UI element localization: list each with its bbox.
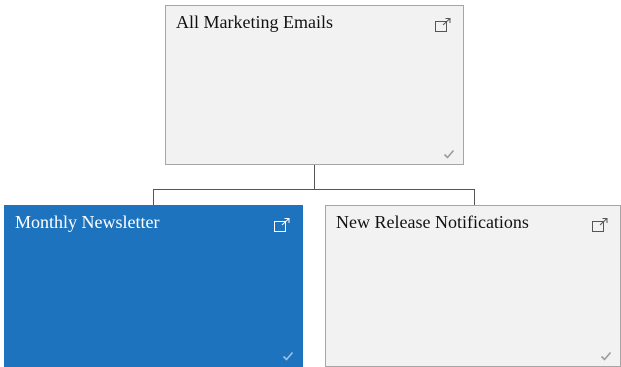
checkmark-icon: [443, 148, 455, 160]
node-label: Monthly Newsletter: [15, 212, 160, 232]
connector-root-stem: [314, 165, 315, 189]
open-in-new-icon[interactable]: [592, 218, 608, 232]
tree-node-all-marketing-emails[interactable]: All Marketing Emails: [165, 5, 464, 165]
connector-horizontal: [153, 189, 475, 190]
open-in-new-icon[interactable]: [274, 218, 290, 232]
node-label: All Marketing Emails: [176, 12, 333, 32]
connector-left-drop: [153, 189, 154, 205]
connector-right-drop: [474, 189, 475, 205]
open-in-new-icon[interactable]: [435, 18, 451, 32]
tree-node-monthly-newsletter[interactable]: Monthly Newsletter: [4, 205, 303, 367]
checkmark-icon: [282, 350, 294, 362]
tree-node-new-release-notifications[interactable]: New Release Notifications: [325, 205, 621, 367]
node-label: New Release Notifications: [336, 212, 529, 232]
checkmark-icon: [600, 350, 612, 362]
